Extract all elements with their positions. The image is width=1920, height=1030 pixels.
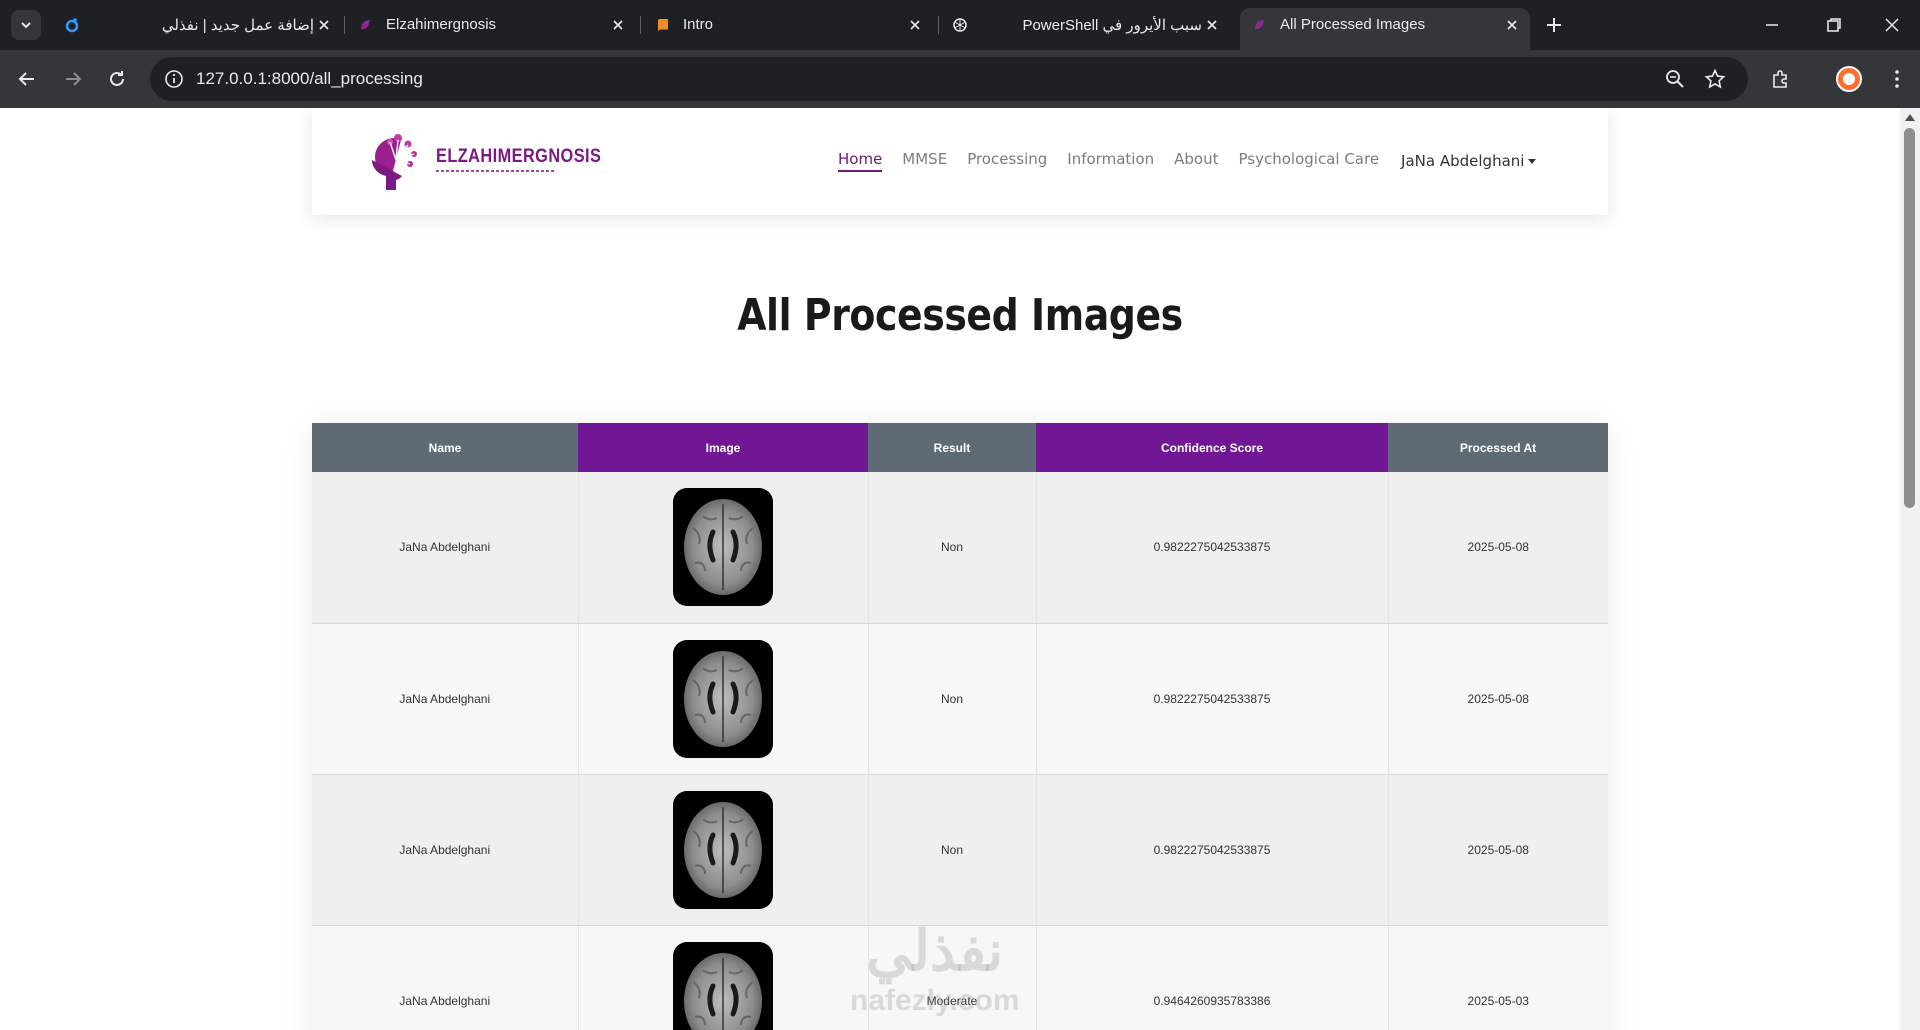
page-title: All Processed Images: [737, 290, 1183, 341]
nafezly-watermark: نفذلي nafezly.com: [850, 918, 1020, 1018]
watermark-latin-text: nafezly.com: [850, 984, 1020, 1017]
extensions-puzzle-icon[interactable]: [1770, 68, 1792, 90]
new-tab-plus-icon[interactable]: [1542, 13, 1566, 37]
cell-confidence: 0.9822275042533875: [1036, 774, 1389, 926]
cell-result: Non: [868, 623, 1037, 775]
site-info-icon[interactable]: [164, 69, 184, 89]
close-icon[interactable]: [610, 17, 626, 33]
tab-separator: [640, 16, 641, 34]
browser-tab-strip: إضافة عمل جديد | نفذلي Elzahimergnosis I…: [0, 0, 1920, 50]
tab-all-processed-images[interactable]: All Processed Images: [1240, 8, 1530, 50]
nav-links: Home MMSE Processing Information About P…: [838, 150, 1537, 172]
tab-separator: [938, 16, 939, 34]
cell-image: [578, 925, 869, 1030]
nav-link-mmse[interactable]: MMSE: [902, 150, 947, 172]
table-row: JaNa Abdelghani Non 0.9822275042533875 2…: [312, 472, 1608, 624]
tab-title: إضافة عمل جديد | نفذلي: [161, 17, 314, 34]
cell-name: JaNa Abdelghani: [312, 774, 579, 926]
close-window-icon[interactable]: [1882, 15, 1902, 35]
cell-name: JaNa Abdelghani: [312, 925, 579, 1030]
restore-window-icon[interactable]: [1824, 15, 1844, 35]
caret-down-icon: [1528, 158, 1537, 164]
cell-processed-at: 2025-05-03: [1388, 925, 1608, 1030]
nafezly-favicon-icon: [65, 18, 79, 33]
close-icon[interactable]: [316, 17, 332, 33]
nav-link-home[interactable]: Home: [838, 150, 883, 172]
logo-tagline-decoration: [436, 170, 556, 172]
address-bar[interactable]: 127.0.0.1:8000/all_processing: [150, 57, 1748, 101]
minimize-icon[interactable]: [1762, 15, 1782, 35]
column-header-processed-at: Processed At: [1388, 423, 1608, 472]
tab-powershell-error[interactable]: سبب الأيرور في PowerShell: [940, 8, 1230, 42]
cell-image: [578, 623, 869, 775]
zoom-icon[interactable]: [1664, 68, 1686, 90]
cell-processed-at: 2025-05-08: [1388, 774, 1608, 926]
cell-processed-at: 2025-05-08: [1388, 472, 1608, 624]
reload-icon[interactable]: [106, 68, 128, 90]
cell-confidence: 0.9464260935783386: [1036, 925, 1389, 1030]
tab-intro[interactable]: Intro: [643, 8, 933, 42]
tab-title: All Processed Images: [1280, 16, 1426, 33]
column-header-result: Result: [868, 423, 1036, 472]
mri-scan-thumbnail[interactable]: [673, 790, 773, 909]
url-text[interactable]: 127.0.0.1:8000/all_processing: [196, 69, 423, 89]
tab-separator: [344, 16, 345, 34]
site-navbar: ELZAHIMERGNOSIS Home MMSE Processing Inf…: [312, 108, 1608, 215]
cell-processed-at: 2025-05-08: [1388, 623, 1608, 775]
close-icon[interactable]: [907, 17, 923, 33]
mri-scan-thumbnail[interactable]: [673, 941, 773, 1030]
back-arrow-icon[interactable]: [16, 68, 38, 90]
forward-arrow-icon[interactable]: [62, 68, 84, 90]
tab-search-dropdown-button[interactable]: [11, 10, 41, 40]
nav-link-psychological-care[interactable]: Psychological Care: [1239, 150, 1380, 172]
mri-scan-thumbnail[interactable]: [673, 488, 773, 607]
nav-link-information[interactable]: Information: [1067, 150, 1154, 172]
user-menu-dropdown[interactable]: JaNa Abdelghani: [1401, 150, 1537, 172]
cell-confidence: 0.9822275042533875: [1036, 472, 1389, 624]
watermark-arabic-text: نفذلي: [866, 919, 1004, 982]
tab-title: Intro: [683, 16, 714, 33]
user-name: JaNa Abdelghani: [1401, 152, 1525, 170]
nav-link-processing[interactable]: Processing: [967, 150, 1047, 172]
cell-name: JaNa Abdelghani: [312, 472, 579, 624]
mri-scan-thumbnail[interactable]: [673, 639, 773, 758]
brain-favicon-icon: [1255, 20, 1264, 30]
page-scrollbar[interactable]: [1900, 108, 1920, 1030]
brain-tree-logo-icon[interactable]: [366, 130, 426, 192]
cell-result: Non: [868, 472, 1037, 624]
cell-name: JaNa Abdelghani: [312, 623, 579, 775]
table-row: JaNa Abdelghani Non 0.9822275042533875 2…: [312, 774, 1608, 926]
nav-link-about[interactable]: About: [1174, 150, 1218, 172]
tab-elzahimergnosis[interactable]: Elzahimergnosis: [346, 8, 636, 42]
book-favicon-icon: [657, 19, 668, 32]
table-header-row: Name Image Result Confidence Score Proce…: [312, 423, 1608, 472]
bookmark-star-icon[interactable]: [1704, 68, 1726, 90]
scroll-up-arrow-icon[interactable]: [1905, 114, 1915, 121]
logo-wordmark[interactable]: ELZAHIMERGNOSIS: [436, 146, 601, 168]
profile-avatar[interactable]: [1836, 66, 1862, 92]
chatgpt-favicon-icon: [953, 18, 967, 32]
browser-menu-icon[interactable]: [1886, 68, 1908, 90]
close-icon[interactable]: [1504, 17, 1520, 33]
tab-title: سبب الأيرور في PowerShell: [1022, 17, 1202, 34]
scrollbar-thumb[interactable]: [1904, 128, 1915, 508]
column-header-name: Name: [312, 423, 578, 472]
cell-confidence: 0.9822275042533875: [1036, 623, 1389, 775]
brain-favicon-icon: [361, 20, 370, 30]
close-icon[interactable]: [1204, 17, 1220, 33]
cell-result: Non: [868, 774, 1037, 926]
cell-image: [578, 774, 869, 926]
tab-title: Elzahimergnosis: [386, 16, 497, 33]
column-header-image: Image: [578, 423, 868, 472]
column-header-confidence-score: Confidence Score: [1036, 423, 1388, 472]
tab-nafezly-add-work[interactable]: إضافة عمل جديد | نفذلي: [52, 8, 342, 42]
table-row: JaNa Abdelghani Non 0.9822275042533875 2…: [312, 623, 1608, 775]
chevron-down-icon: [21, 22, 31, 29]
cell-image: [578, 472, 869, 624]
page-viewport: ELZAHIMERGNOSIS Home MMSE Processing Inf…: [0, 108, 1920, 1030]
browser-toolbar: 127.0.0.1:8000/all_processing: [0, 50, 1920, 108]
